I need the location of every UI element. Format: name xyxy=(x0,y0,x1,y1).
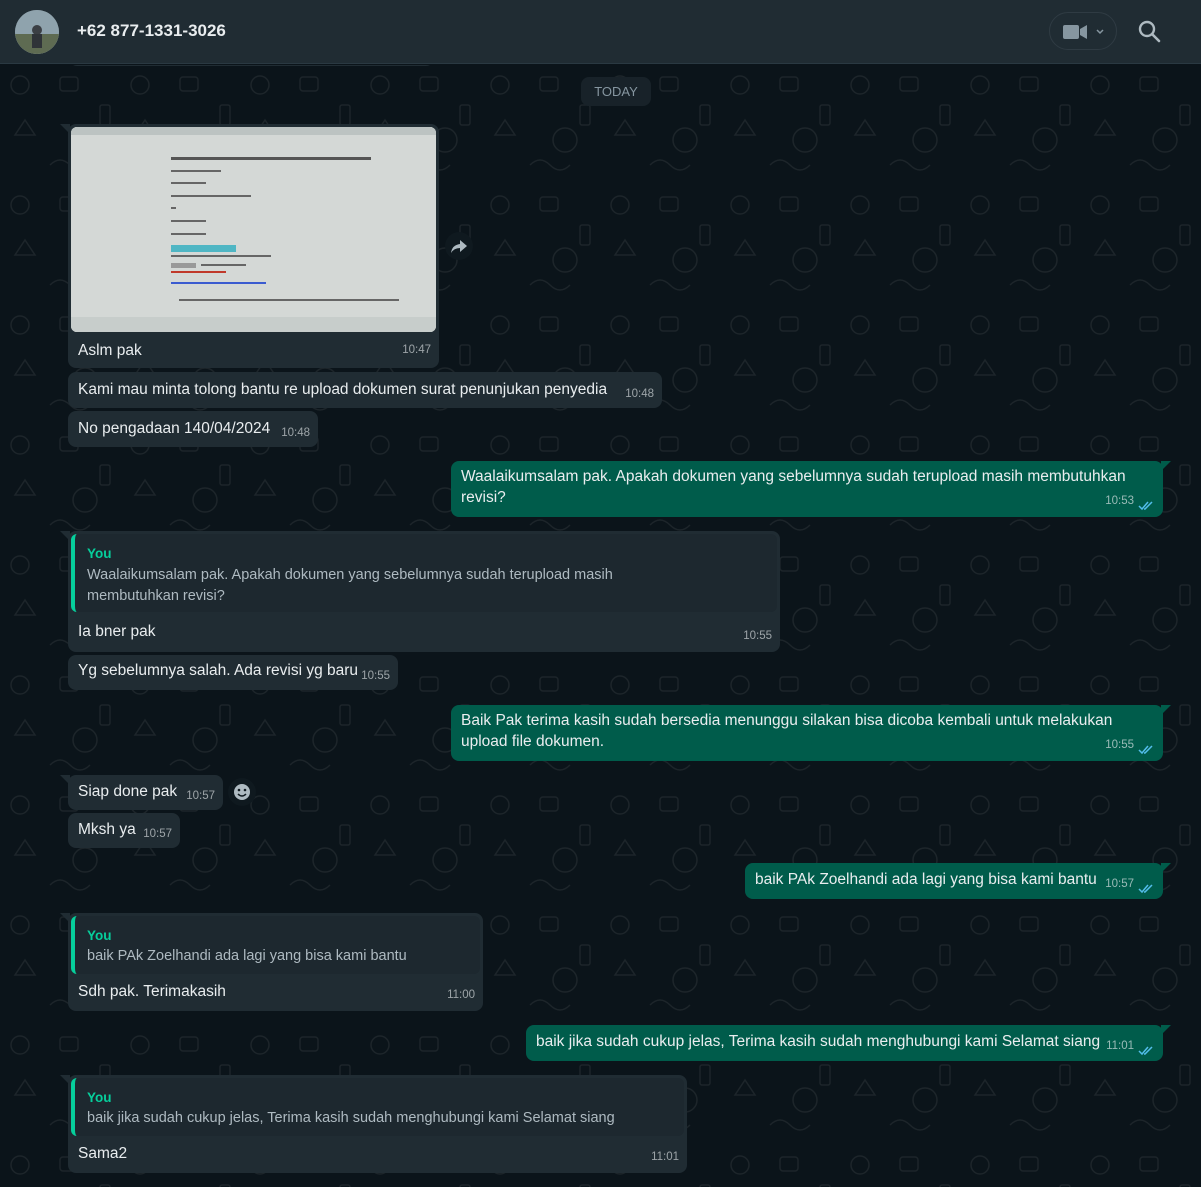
message-time: 10:55 xyxy=(1105,739,1134,751)
forward-icon xyxy=(451,240,467,253)
quoted-sender: You xyxy=(87,928,112,943)
quoted-text: baik PAk Zoelhandi ada lagi yang bisa ka… xyxy=(87,948,407,964)
bubble-tail xyxy=(1161,705,1171,715)
bubble-tail xyxy=(1161,1025,1171,1035)
contact-name[interactable]: +62 877-1331-3026 xyxy=(77,21,226,41)
message-bubble-partial xyxy=(69,65,434,66)
message-text: Aslm pak xyxy=(78,342,142,359)
quoted-message[interactable]: You Waalaikumsalam pak. Apakah dokumen y… xyxy=(71,534,777,612)
message-time: 10:55 xyxy=(361,670,390,682)
message-text: Baik Pak terima kasih sudah bersedia men… xyxy=(461,712,1113,750)
message-time: 10:57 xyxy=(1105,878,1134,890)
video-call-button[interactable] xyxy=(1049,12,1117,50)
avatar[interactable] xyxy=(15,10,59,54)
bubble-tail xyxy=(1161,461,1171,471)
quoted-text: Waalaikumsalam pak. Apakah dokumen yang … xyxy=(87,567,613,604)
message-time: 11:01 xyxy=(651,1151,679,1163)
message-text: Mksh ya xyxy=(78,821,136,838)
message-bubble-incoming[interactable]: Kami mau minta tolong bantu re upload do… xyxy=(68,372,662,408)
message-text: Ia bner pak xyxy=(78,623,156,640)
document-photo xyxy=(71,127,436,332)
message-bubble-outgoing[interactable]: Baik Pak terima kasih sudah bersedia men… xyxy=(451,705,1171,761)
reaction-button[interactable] xyxy=(228,778,256,806)
message-text: Yg sebelumnya salah. Ada revisi yg baru xyxy=(78,662,359,679)
message-text: baik jika sudah cukup jelas, Terima kasi… xyxy=(536,1033,1101,1050)
quoted-message[interactable]: You baik PAk Zoelhandi ada lagi yang bis… xyxy=(71,916,480,974)
message-time: 10:48 xyxy=(281,427,310,439)
bubble-tail xyxy=(60,775,70,785)
image-attachment[interactable] xyxy=(71,127,436,332)
message-bubble-incoming[interactable]: Siap done pak 10:57 xyxy=(60,775,223,810)
bubble-tail xyxy=(1161,863,1171,873)
message-time: 10:47 xyxy=(402,344,431,356)
message-text: baik PAk Zoelhandi ada lagi yang bisa ka… xyxy=(755,871,1097,888)
message-time: 10:57 xyxy=(143,828,172,840)
message-text: Kami mau minta tolong bantu re upload do… xyxy=(78,381,608,398)
chat-area[interactable]: TODAY Aslm pak 10:47 Kami mau minta tolo… xyxy=(0,65,1201,1187)
read-receipt-icon xyxy=(1138,884,1153,894)
quoted-text: baik jika sudah cukup jelas, Terima kasi… xyxy=(87,1110,615,1126)
quoted-sender: You xyxy=(87,1090,112,1105)
message-text: No pengadaan 140/04/2024 xyxy=(78,420,271,437)
search-icon xyxy=(1138,20,1161,43)
message-time: 10:48 xyxy=(625,388,654,400)
message-time: 10:57 xyxy=(186,790,215,802)
message-bubble-incoming[interactable]: You baik PAk Zoelhandi ada lagi yang bis… xyxy=(60,913,483,1011)
forward-button[interactable] xyxy=(445,232,473,260)
video-call-icon xyxy=(1063,25,1087,39)
message-bubble-outgoing[interactable]: baik jika sudah cukup jelas, Terima kasi… xyxy=(526,1025,1171,1061)
message-time: 10:53 xyxy=(1105,495,1134,507)
read-receipt-icon xyxy=(1138,745,1153,755)
read-receipt-icon xyxy=(1138,501,1153,511)
message-bubble-incoming[interactable]: Mksh ya 10:57 xyxy=(68,813,180,848)
chat-header: +62 877-1331-3026 xyxy=(0,0,1201,64)
message-bubble-incoming[interactable]: Yg sebelumnya salah. Ada revisi yg baru … xyxy=(68,655,398,690)
date-separator: TODAY xyxy=(581,77,651,106)
message-bubble-incoming[interactable]: No pengadaan 140/04/2024 10:48 xyxy=(68,411,318,447)
message-time: 10:55 xyxy=(743,630,772,642)
emoji-icon xyxy=(234,784,250,800)
message-text: Sama2 xyxy=(78,1145,128,1162)
bubble-tail xyxy=(60,124,70,134)
bubble-tail xyxy=(60,1075,70,1085)
quoted-sender: You xyxy=(87,546,112,561)
bubble-tail xyxy=(60,531,70,541)
read-receipt-icon xyxy=(1138,1046,1153,1056)
message-bubble-incoming[interactable]: You baik jika sudah cukup jelas, Terima … xyxy=(60,1075,687,1173)
message-bubble-outgoing[interactable]: baik PAk Zoelhandi ada lagi yang bisa ka… xyxy=(745,863,1171,899)
message-bubble-outgoing[interactable]: Waalaikumsalam pak. Apakah dokumen yang … xyxy=(451,461,1171,517)
message-bubble-incoming[interactable]: Aslm pak 10:47 xyxy=(60,124,439,368)
message-text: Sdh pak. Terimakasih xyxy=(78,983,226,1000)
message-time: 11:01 xyxy=(1106,1040,1134,1052)
message-text: Siap done pak xyxy=(78,783,178,800)
quoted-message[interactable]: You baik jika sudah cukup jelas, Terima … xyxy=(71,1078,684,1136)
bubble-tail xyxy=(60,913,70,923)
search-button[interactable] xyxy=(1136,18,1164,46)
chevron-down-icon xyxy=(1096,29,1104,35)
message-text: Waalaikumsalam pak. Apakah dokumen yang … xyxy=(461,468,1126,506)
message-time: 11:00 xyxy=(447,989,475,1001)
message-bubble-incoming[interactable]: You Waalaikumsalam pak. Apakah dokumen y… xyxy=(60,531,780,652)
